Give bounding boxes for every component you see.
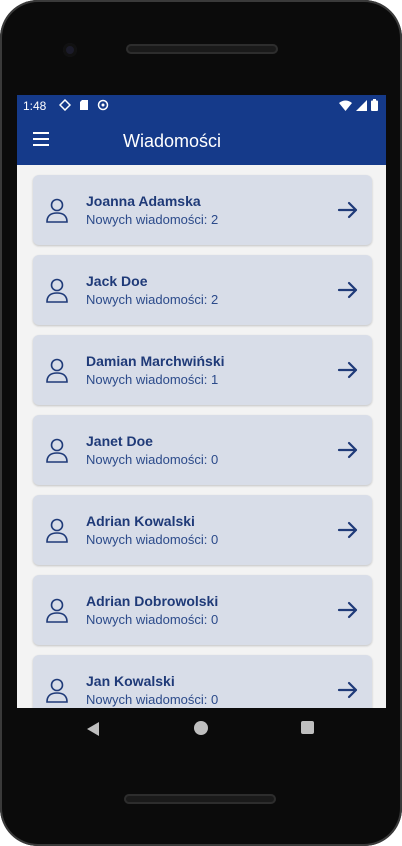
status-bar: 1:48 <box>17 95 386 117</box>
contact-name: Adrian Kowalski <box>86 513 195 529</box>
conversation-card[interactable]: Janet Doe Nowych wiadomości: 0 <box>33 415 372 485</box>
arrow-right-icon[interactable] <box>337 599 359 621</box>
user-icon <box>46 198 68 223</box>
arrow-right-icon[interactable] <box>337 679 359 701</box>
conversation-card[interactable]: Joanna Adamska Nowych wiadomości: 2 <box>33 175 372 245</box>
conversation-card[interactable]: Adrian Kowalski Nowych wiadomości: 0 <box>33 495 372 565</box>
menu-icon <box>33 132 55 146</box>
signal-icon <box>356 99 367 111</box>
contact-name: Joanna Adamska <box>86 193 201 209</box>
recents-nav-icon[interactable] <box>301 721 314 734</box>
sd-card-icon <box>80 100 88 110</box>
screen: 1:48 Wiadomości Joanna Adamska Nowych wi… <box>17 95 386 708</box>
conversation-card[interactable]: Jack Doe Nowych wiadomości: 2 <box>33 255 372 325</box>
new-messages-count: Nowych wiadomości: 0 <box>86 692 219 707</box>
arrow-right-icon[interactable] <box>337 199 359 221</box>
user-icon <box>46 438 68 463</box>
arrow-right-icon[interactable] <box>337 279 359 301</box>
back-nav-icon[interactable] <box>87 722 99 736</box>
page-title: Wiadomości <box>123 131 222 151</box>
new-messages-count: Nowych wiadomości: 1 <box>86 372 219 387</box>
arrow-right-icon[interactable] <box>337 519 359 541</box>
status-system-icons <box>339 99 378 111</box>
location-icon <box>59 99 71 111</box>
contact-name: Janet Doe <box>86 433 153 449</box>
new-messages-count: Nowych wiadomości: 2 <box>86 212 219 227</box>
conversation-card[interactable]: Adrian Dobrowolski Nowych wiadomości: 0 <box>33 575 372 645</box>
status-time: 1:48 <box>23 99 47 113</box>
new-messages-count: Nowych wiadomości: 0 <box>86 452 219 467</box>
menu-button[interactable] <box>33 132 55 150</box>
sync-icon <box>97 99 109 111</box>
contact-name: Damian Marchwiński <box>86 353 225 369</box>
user-icon <box>46 278 68 303</box>
user-icon <box>46 598 68 623</box>
user-icon <box>46 518 68 543</box>
conversation-card[interactable]: Jan Kowalski Nowych wiadomości: 0 <box>33 655 372 708</box>
user-icon <box>46 678 68 703</box>
contact-name: Jack Doe <box>86 273 148 289</box>
home-nav-icon[interactable] <box>194 721 208 735</box>
battery-icon <box>371 99 378 111</box>
front-camera <box>63 43 77 57</box>
arrow-right-icon[interactable] <box>337 359 359 381</box>
system-nav-bar <box>17 708 386 750</box>
wifi-icon <box>339 100 352 111</box>
conversation-list: Joanna Adamska Nowych wiadomości: 2 Jack… <box>33 175 372 708</box>
app-bar: Wiadomości <box>17 117 386 165</box>
new-messages-count: Nowych wiadomości: 0 <box>86 532 219 547</box>
bottom-speaker <box>124 794 276 804</box>
arrow-right-icon[interactable] <box>337 439 359 461</box>
status-notification-icons <box>59 99 109 111</box>
phone-frame: 1:48 Wiadomości Joanna Adamska Nowych wi… <box>0 0 402 846</box>
user-icon <box>46 358 68 383</box>
top-speaker <box>126 44 278 54</box>
new-messages-count: Nowych wiadomości: 2 <box>86 292 219 307</box>
new-messages-count: Nowych wiadomości: 0 <box>86 612 219 627</box>
conversation-card[interactable]: Damian Marchwiński Nowych wiadomości: 1 <box>33 335 372 405</box>
contact-name: Jan Kowalski <box>86 673 175 689</box>
contact-name: Adrian Dobrowolski <box>86 593 219 609</box>
